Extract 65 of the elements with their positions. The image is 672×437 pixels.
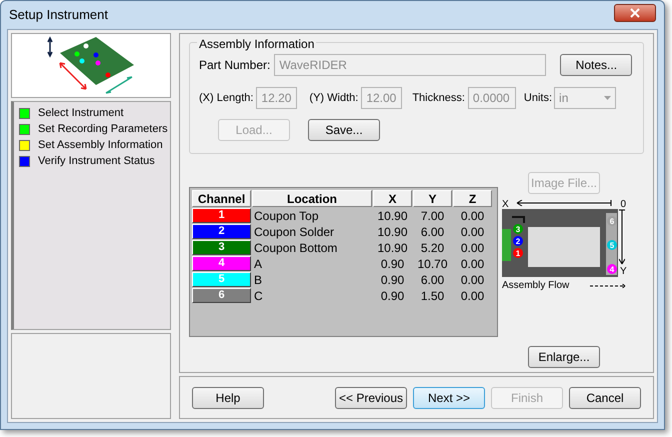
dialog-button[interactable]: << Previous <box>335 386 407 408</box>
column-header: Channel <box>192 190 251 207</box>
table-cell-text: 0.00 <box>460 288 486 303</box>
channel-marker: 5 <box>607 240 617 250</box>
window-title: Setup Instrument <box>9 6 108 24</box>
table-cell-text: 10.70 <box>416 256 449 271</box>
channel-marker: 3 <box>513 224 523 234</box>
notes-button[interactable]: Notes... <box>560 54 632 76</box>
step-label: Set Recording Parameters <box>38 122 168 137</box>
thickness-field[interactable]: 0.0000 <box>468 87 516 109</box>
step-label: Select Instrument <box>38 106 124 121</box>
channel-cell: 6 <box>192 288 251 303</box>
table-cell-text: 0.90 <box>380 288 406 303</box>
table-cell-text: 10.90 <box>376 224 409 239</box>
channel-cell: 5 <box>192 272 251 287</box>
dropdown-arrow-icon <box>604 96 612 100</box>
channel-marker: 2 <box>513 236 523 246</box>
assembly-flow-label: Assembly Flow <box>502 279 570 293</box>
channel-cell: 4 <box>192 256 251 271</box>
step-label: Verify Instrument Status <box>38 154 155 169</box>
close-icon <box>630 8 640 18</box>
y-axis-label: Y <box>620 265 627 279</box>
table-cell-text: 0.00 <box>460 240 486 255</box>
column-header: Location <box>252 190 372 207</box>
flow-arrow <box>590 282 626 288</box>
channel-marker: 1 <box>513 248 523 258</box>
column-header: Z <box>453 190 492 207</box>
table-cell-text: 0.90 <box>380 256 406 271</box>
field-label: (Y) Width: <box>309 90 358 106</box>
table-cell-text: 0.00 <box>460 272 486 287</box>
enlarge-button[interactable]: Enlarge... <box>528 346 600 368</box>
field-label: Units: <box>524 90 552 106</box>
channel-cell: 2 <box>192 224 251 239</box>
column-header: X <box>373 190 412 207</box>
close-button[interactable] <box>614 4 656 22</box>
save-button[interactable]: Save... <box>308 119 380 141</box>
dialog-button[interactable]: Next >> <box>413 386 485 408</box>
table-cell-text: 6.00 <box>420 224 446 239</box>
column-header: Y <box>413 190 452 207</box>
width-field[interactable]: 12.00 <box>361 87 402 109</box>
table-cell-text: 5.20 <box>420 240 446 255</box>
dialog-button[interactable]: Cancel <box>569 386 641 408</box>
table-cell-text: 6.00 <box>420 272 446 287</box>
table-cell-text: 0.00 <box>460 224 486 239</box>
table-cell-text: 0.90 <box>380 272 406 287</box>
channel-cell: 1 <box>192 208 251 223</box>
y-axis-arrow <box>619 209 625 265</box>
dialog-button[interactable]: Help <box>192 386 264 408</box>
field-label: Part Number: <box>199 57 270 74</box>
step-label: Set Assembly Information <box>38 138 163 153</box>
channel-marker: 4 <box>607 264 617 274</box>
channel-cell: 3 <box>192 240 251 255</box>
table-cell-text: 10.90 <box>376 208 409 223</box>
table-cell-text: 7.00 <box>420 208 446 223</box>
origin-label: 0 <box>620 198 626 212</box>
units-dropdown[interactable]: in <box>554 87 616 109</box>
table-cell-text: 0.00 <box>460 208 486 223</box>
table-cell-text: 1.50 <box>420 288 446 303</box>
length-field[interactable]: 12.20 <box>256 87 298 109</box>
field-label: (X) Length: <box>199 90 254 106</box>
channel-marker: 6 <box>607 216 617 226</box>
field-label: Thickness: <box>412 90 465 106</box>
x-axis-label: X <box>502 198 509 212</box>
table-cell-text: 10.90 <box>376 240 409 255</box>
table-cell-text: 0.00 <box>460 256 486 271</box>
